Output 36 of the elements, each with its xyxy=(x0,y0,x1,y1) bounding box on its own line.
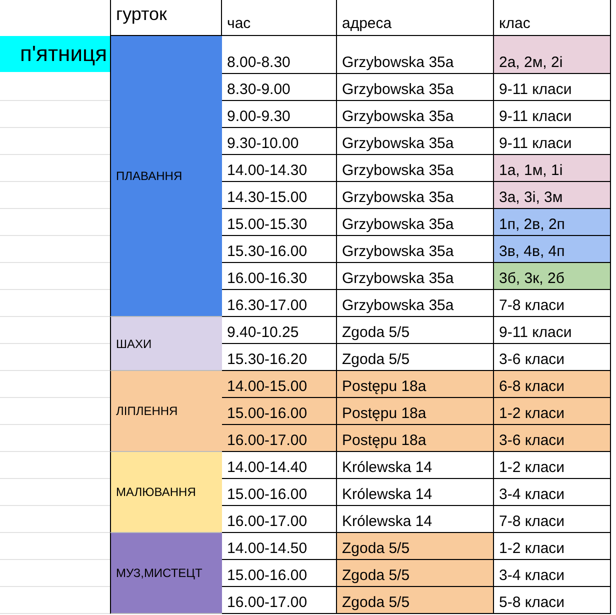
table-cell: 3-6 класи xyxy=(493,425,611,452)
table-cell: 3в, 4в, 4п xyxy=(493,236,611,263)
table-cell: Zgoda 5/5 xyxy=(336,533,494,560)
table-cell: 5-8 класи xyxy=(493,587,611,614)
table-cell: Zgoda 5/5 xyxy=(336,560,494,587)
group-name: ЛІПЛЕННЯ xyxy=(110,371,222,452)
table-cell: 2а, 2м, 2і xyxy=(493,36,611,74)
table-cell: 14.00-15.00 xyxy=(221,371,337,398)
table-cell: 1-2 класи xyxy=(493,452,611,479)
group-name: МАЛЮВАННЯ xyxy=(110,452,222,533)
table-cell: 1а, 1м, 1і xyxy=(493,155,611,182)
table-cell: Postępu 18a xyxy=(336,398,494,425)
table-cell: 7-8 класи xyxy=(493,506,611,533)
table-cell: 16.00-17.00 xyxy=(221,425,337,452)
table-cell: 3-4 класи xyxy=(493,560,611,587)
table-cell: 9-11 класи xyxy=(493,128,611,155)
table-cell: 9-11 класи xyxy=(493,74,611,101)
table-cell: Zgoda 5/5 xyxy=(336,587,494,614)
table-cell: 3-6 класи xyxy=(493,344,611,371)
table-cell: 3б, 3к, 2б xyxy=(493,263,611,290)
group-name: ПЛАВАННЯ xyxy=(110,36,222,317)
day-label: п'ятниця xyxy=(0,36,110,72)
table-cell: 7-8 класи xyxy=(493,290,611,317)
table-cell: 3а, 3і, 3м xyxy=(493,182,611,209)
table-cell: 15.00-16.00 xyxy=(221,398,337,425)
table-cell: 9-11 класи xyxy=(493,317,611,344)
table-cell: 1-2 класи xyxy=(493,398,611,425)
table-cell: Postępu 18a xyxy=(336,425,494,452)
table-cell: Postępu 18a xyxy=(336,371,494,398)
table-cell: 3-4 класи xyxy=(493,479,611,506)
table-cell: 6-8 класи xyxy=(493,371,611,398)
table-cell: 1п, 2в, 2п xyxy=(493,209,611,236)
table-cell: 1-2 класи xyxy=(493,533,611,560)
table-cell: 9-11 класи xyxy=(493,101,611,128)
group-name: ШАХИ xyxy=(110,317,222,371)
group-name: МУЗ,МИСТЕЦТ xyxy=(110,533,222,614)
